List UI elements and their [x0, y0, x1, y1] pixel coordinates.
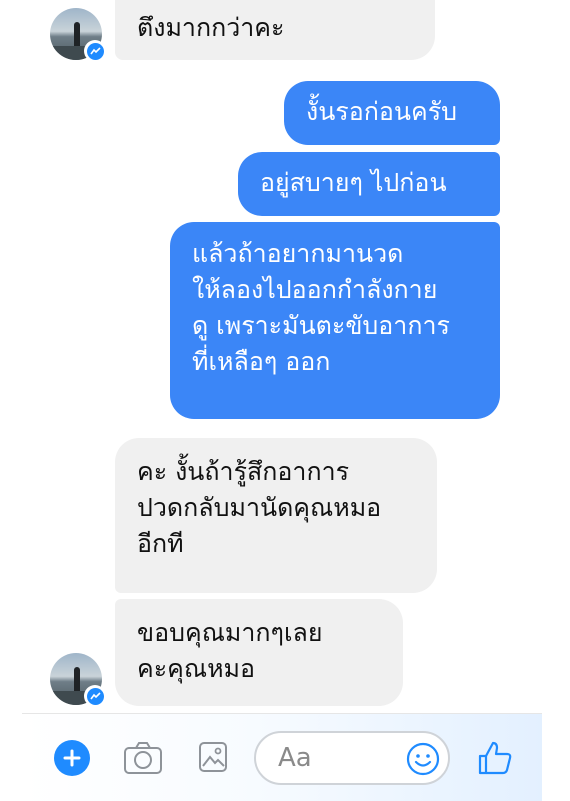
- message-bubble-incoming[interactable]: คะ งั้นถ้ารู้สึกอาการ ปวดกลับมานัดคุณหมอ…: [115, 438, 437, 593]
- message-input-placeholder: Aa: [278, 743, 312, 773]
- camera-icon[interactable]: [123, 740, 163, 776]
- contact-avatar[interactable]: [50, 8, 106, 62]
- message-bubble-outgoing[interactable]: แล้วถ้าอยากมานวด ให้ลองไปออกกำลังกาย ดู …: [170, 222, 500, 419]
- message-bubble-outgoing[interactable]: งั้นรอก่อนครับ: [284, 81, 500, 145]
- image-icon[interactable]: [197, 740, 229, 774]
- emoji-icon[interactable]: [405, 741, 441, 777]
- message-bubble-outgoing[interactable]: อยู่สบายๆ ไปก่อน: [238, 152, 500, 216]
- plus-icon[interactable]: [54, 740, 90, 776]
- message-bubble-incoming[interactable]: ตึงมากกว่าคะ: [115, 0, 435, 60]
- messenger-badge-icon: [84, 685, 106, 707]
- message-bubble-incoming[interactable]: ขอบคุณมากๆเลย คะคุณหมอ: [115, 599, 403, 706]
- composer-bar: Aa: [22, 713, 542, 801]
- contact-avatar[interactable]: [50, 653, 106, 707]
- thumbs-up-icon[interactable]: [475, 738, 515, 778]
- messenger-badge-icon: [84, 40, 106, 62]
